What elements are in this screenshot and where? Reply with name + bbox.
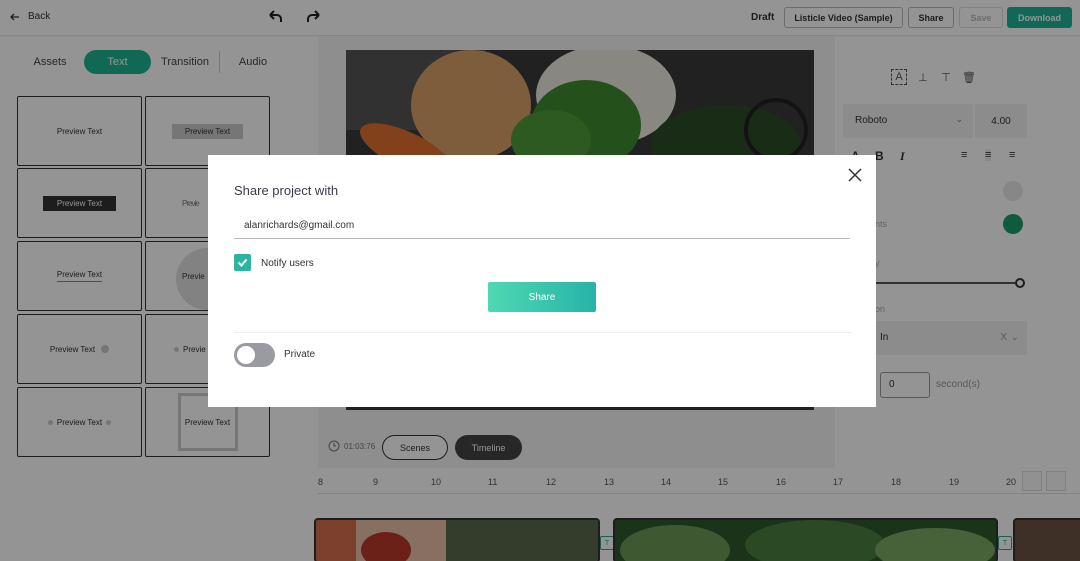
toggle-knob <box>237 346 255 364</box>
private-toggle[interactable] <box>234 343 275 367</box>
close-icon[interactable] <box>847 167 863 183</box>
share-button[interactable]: Share <box>488 282 596 312</box>
notify-label: Notify users <box>261 258 314 269</box>
share-dialog: Share project with Notify users Share Pr… <box>208 155 876 407</box>
private-label: Private <box>284 349 316 360</box>
notify-checkbox[interactable] <box>234 254 251 271</box>
dialog-title: Share project with <box>234 183 339 198</box>
email-input[interactable] <box>234 213 850 239</box>
divider <box>234 332 852 333</box>
checkmark-icon <box>237 258 248 267</box>
